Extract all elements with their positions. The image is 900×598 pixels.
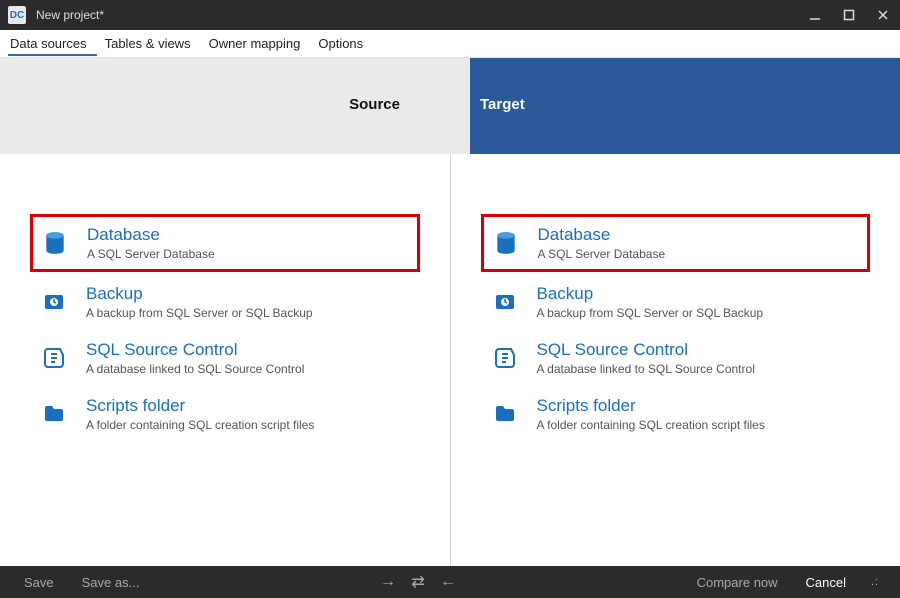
- database-icon: [492, 229, 520, 257]
- option-title: Database: [87, 225, 215, 245]
- target-option-database[interactable]: Database A SQL Server Database: [481, 214, 871, 272]
- option-title: Backup: [86, 284, 313, 304]
- source-option-backup[interactable]: Backup A backup from SQL Server or SQL B…: [30, 274, 420, 330]
- option-title: Database: [538, 225, 666, 245]
- option-desc: A backup from SQL Server or SQL Backup: [86, 306, 313, 320]
- arrow-left-icon[interactable]: ←: [433, 573, 463, 591]
- option-desc: A database linked to SQL Source Control: [537, 362, 755, 376]
- option-desc: A database linked to SQL Source Control: [86, 362, 304, 376]
- target-label: Target: [480, 96, 525, 113]
- maximize-button[interactable]: [832, 0, 866, 30]
- source-control-icon: [40, 344, 68, 372]
- option-desc: A SQL Server Database: [87, 247, 215, 261]
- backup-icon: [40, 288, 68, 316]
- titlebar: DC New project*: [0, 0, 900, 30]
- option-desc: A backup from SQL Server or SQL Backup: [537, 306, 764, 320]
- backup-icon: [491, 288, 519, 316]
- tab-strip: Data sources Tables & views Owner mappin…: [0, 30, 900, 58]
- bottom-bar: Save Save as... → ⇄ ← Compare now Cancel…: [0, 566, 900, 598]
- option-desc: A folder containing SQL creation script …: [86, 418, 314, 432]
- tab-tables-views[interactable]: Tables & views: [103, 31, 201, 56]
- target-option-list: Database A SQL Server Database Backup A …: [481, 214, 871, 442]
- option-title: SQL Source Control: [537, 340, 755, 360]
- minimize-button[interactable]: [798, 0, 832, 30]
- target-option-source-control[interactable]: SQL Source Control A database linked to …: [481, 330, 871, 386]
- option-title: SQL Source Control: [86, 340, 304, 360]
- option-desc: A SQL Server Database: [538, 247, 666, 261]
- cancel-button[interactable]: Cancel: [792, 575, 860, 590]
- source-pane: Database A SQL Server Database Backup A …: [0, 154, 450, 566]
- option-title: Scripts folder: [537, 396, 765, 416]
- folder-icon: [40, 400, 68, 428]
- option-title: Scripts folder: [86, 396, 314, 416]
- tab-data-sources[interactable]: Data sources: [8, 31, 97, 56]
- tab-options[interactable]: Options: [316, 31, 373, 56]
- source-label: Source: [0, 96, 430, 113]
- swap-icon[interactable]: ⇄: [403, 572, 433, 592]
- database-icon: [41, 229, 69, 257]
- window-title: New project*: [36, 8, 104, 22]
- arrow-right-icon[interactable]: →: [373, 573, 403, 591]
- target-pane: Database A SQL Server Database Backup A …: [451, 154, 900, 566]
- close-button[interactable]: [866, 0, 900, 30]
- target-option-scripts-folder[interactable]: Scripts folder A folder containing SQL c…: [481, 386, 871, 442]
- source-option-list: Database A SQL Server Database Backup A …: [30, 214, 420, 442]
- folder-icon: [491, 400, 519, 428]
- source-control-icon: [491, 344, 519, 372]
- source-option-database[interactable]: Database A SQL Server Database: [30, 214, 420, 272]
- save-as-button[interactable]: Save as...: [68, 575, 154, 590]
- option-title: Backup: [537, 284, 764, 304]
- save-button[interactable]: Save: [10, 575, 68, 590]
- app-icon: DC: [8, 6, 26, 24]
- target-option-backup[interactable]: Backup A backup from SQL Server or SQL B…: [481, 274, 871, 330]
- compare-button[interactable]: Compare now: [683, 575, 792, 590]
- main-panes: Database A SQL Server Database Backup A …: [0, 154, 900, 566]
- option-desc: A folder containing SQL creation script …: [537, 418, 765, 432]
- breadcrumb-chevron: Source Target: [0, 58, 900, 154]
- source-option-source-control[interactable]: SQL Source Control A database linked to …: [30, 330, 420, 386]
- tab-owner-mapping[interactable]: Owner mapping: [207, 31, 311, 56]
- source-option-scripts-folder[interactable]: Scripts folder A folder containing SQL c…: [30, 386, 420, 442]
- overflow-icon[interactable]: .:: [860, 576, 890, 588]
